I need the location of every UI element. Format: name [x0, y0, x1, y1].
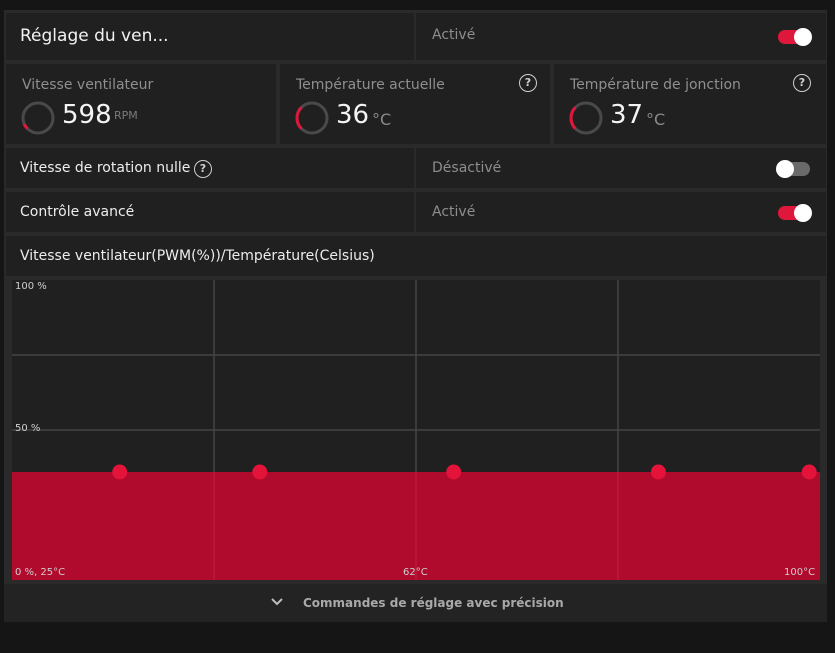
zero-rpm-row: Vitesse de rotation nulle ?: [6, 148, 414, 188]
metric-fan-speed-unit: RPM: [114, 109, 138, 122]
metric-current-temp-title: Température actuelle: [296, 77, 445, 93]
fan-tuning-state-cell: Activé: [416, 13, 826, 60]
advanced-control-row: Contrôle avancé: [6, 192, 414, 232]
fan-tuning-header: Réglage du ven...: [6, 13, 414, 60]
metric-junction-temp-unit: °C: [646, 110, 666, 129]
junction-temp-gauge-icon: [569, 101, 603, 135]
fan-tuning-title: Réglage du ven...: [20, 26, 169, 46]
fan-curve-chart[interactable]: [12, 280, 820, 580]
metric-fan-speed-value: 598: [62, 100, 112, 130]
curve-point-1[interactable]: [112, 464, 128, 480]
metric-current-temp-unit: °C: [372, 110, 392, 129]
y-tick-max: 100 %: [15, 281, 47, 292]
advanced-control-state-cell: Activé: [416, 192, 826, 232]
fan-tuning-toggle[interactable]: [778, 28, 812, 46]
x-tick-max: 100°C: [784, 567, 816, 578]
current-temp-gauge-icon: [295, 101, 329, 135]
curve-point-5[interactable]: [801, 464, 817, 480]
metric-fan-speed-title: Vitesse ventilateur: [22, 77, 154, 93]
curve-title-row: Vitesse ventilateur(PWM(%))/Température(…: [6, 236, 826, 276]
help-icon[interactable]: ?: [519, 74, 537, 92]
metric-current-temp: Température actuelle ? 36 °C: [280, 64, 550, 144]
metric-fan-speed: Vitesse ventilateur 598 RPM: [6, 64, 276, 144]
zero-rpm-label: Vitesse de rotation nulle: [20, 160, 191, 176]
fan-tuning-state: Activé: [432, 27, 476, 43]
curve-point-3[interactable]: [446, 464, 462, 480]
curve-title: Vitesse ventilateur(PWM(%))/Température(…: [20, 248, 375, 264]
advanced-control-state: Activé: [432, 204, 476, 220]
x-tick-mid: 62°C: [403, 567, 428, 578]
metric-junction-temp-value: 37: [610, 100, 644, 130]
metric-junction-temp: Température de jonction ? 37 °C: [554, 64, 826, 144]
zero-rpm-state: Désactivé: [432, 160, 502, 176]
curve-point-4[interactable]: [650, 464, 666, 480]
advanced-control-label: Contrôle avancé: [20, 204, 135, 220]
chevron-down-icon: [271, 598, 283, 606]
advanced-control-toggle[interactable]: [778, 204, 812, 222]
x-tick-min: 0 %, 25°C: [15, 567, 66, 578]
metric-junction-temp-title: Température de jonction: [570, 77, 741, 93]
fan-speed-gauge-icon: [21, 101, 55, 135]
zero-rpm-state-cell: Désactivé: [416, 148, 826, 188]
precision-controls-expander[interactable]: Commandes de réglage avec précision: [4, 584, 827, 622]
y-tick-mid: 50 %: [15, 423, 41, 434]
help-icon[interactable]: ?: [793, 74, 811, 92]
zero-rpm-toggle[interactable]: [776, 160, 810, 178]
help-icon[interactable]: ?: [194, 160, 212, 178]
metric-current-temp-value: 36: [336, 100, 370, 130]
precision-controls-label: Commandes de réglage avec précision: [303, 596, 564, 610]
curve-point-2[interactable]: [252, 464, 268, 480]
